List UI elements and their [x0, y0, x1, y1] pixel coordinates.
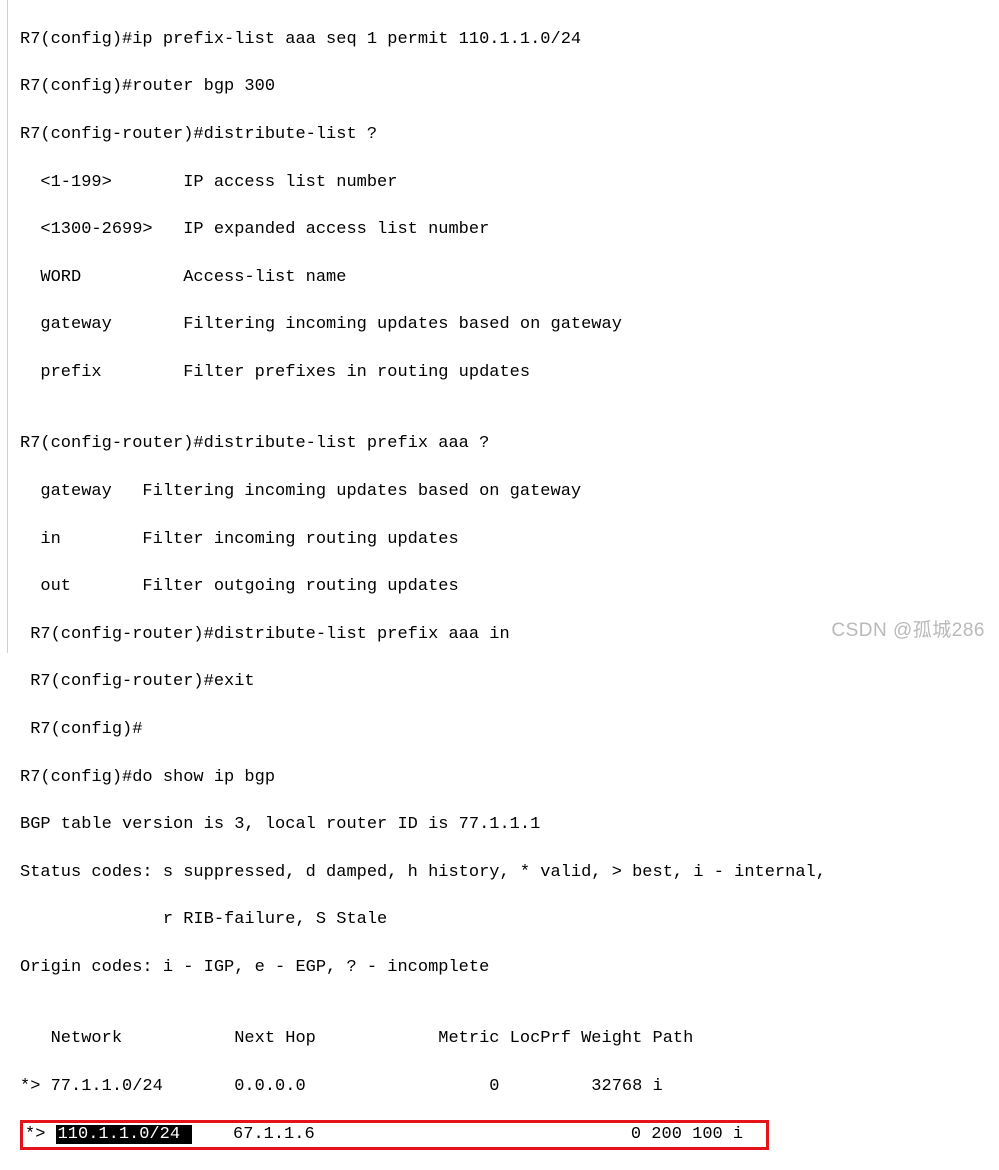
bgp-row: *> 77.1.1.0/24 0.0.0.0 0 32768 i: [20, 1075, 979, 1099]
help-line: <1-199> IP access list number: [20, 171, 979, 195]
cmd-line: R7(config-router)#distribute-list prefix…: [20, 432, 979, 456]
route-network-inverted: 110.1.1.0/24: [56, 1125, 193, 1144]
help-line: WORD Access-list name: [20, 266, 979, 290]
bgp-header: Network Next Hop Metric LocPrf Weight Pa…: [20, 1027, 979, 1051]
help-line: prefix Filter prefixes in routing update…: [20, 361, 979, 385]
cmd-line: R7(config-router)#exit: [20, 670, 979, 694]
output-line: Status codes: s suppressed, d damped, h …: [20, 861, 979, 885]
output-line: r RIB-failure, S Stale: [20, 908, 979, 932]
prompt-line: R7(config)#: [20, 718, 979, 742]
cmd-line: R7(config-router)#distribute-list ?: [20, 123, 979, 147]
watermark-text: CSDN @孤城286: [831, 618, 985, 645]
route-prefix-symbol: *>: [25, 1125, 56, 1144]
help-line: out Filter outgoing routing updates: [20, 575, 979, 599]
output-line: BGP table version is 3, local router ID …: [20, 813, 979, 837]
left-vertical-line: [0, 0, 8, 653]
cmd-line: R7(config)#router bgp 300: [20, 75, 979, 99]
help-line: <1300-2699> IP expanded access list numb…: [20, 218, 979, 242]
cmd-line: R7(config)#ip prefix-list aaa seq 1 perm…: [20, 28, 979, 52]
cmd-line: R7(config)#do show ip bgp: [20, 766, 979, 790]
route-rest: 67.1.1.6 0 200 100 i: [192, 1125, 763, 1144]
output-line: Origin codes: i - IGP, e - EGP, ? - inco…: [20, 956, 979, 980]
highlight-box: *> 110.1.1.0/24 67.1.1.6 0 200 100 i: [20, 1120, 769, 1150]
help-line: gateway Filtering incoming updates based…: [20, 313, 979, 337]
help-line: gateway Filtering incoming updates based…: [20, 480, 979, 504]
help-line: in Filter incoming routing updates: [20, 528, 979, 552]
terminal-output: R7(config)#ip prefix-list aaa seq 1 perm…: [0, 0, 999, 1170]
highlighted-route-row: *> 110.1.1.0/24 67.1.1.6 0 200 100 i: [20, 1120, 769, 1150]
